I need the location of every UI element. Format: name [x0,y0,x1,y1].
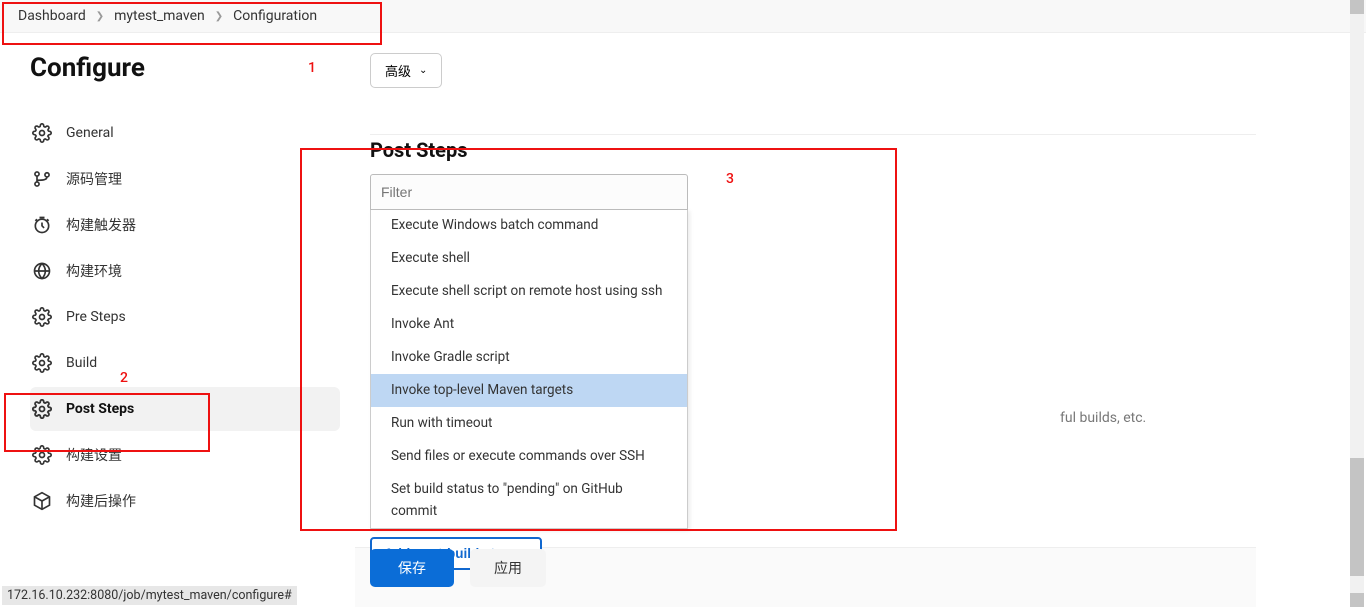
gear-icon [32,353,52,373]
page-scroll-down[interactable] [1350,593,1364,607]
sidebar-item-label: 构建环境 [66,261,122,281]
advanced-button[interactable]: 高级 ⌄ [370,53,442,88]
sidebar-item-general[interactable]: General [30,111,340,155]
sidebar-item-label: 构建设置 [66,445,122,465]
clock-icon [32,215,52,235]
form-action-bar: 保存 应用 [370,549,546,587]
page-scroll-up[interactable] [1350,0,1364,14]
apply-button[interactable]: 应用 [470,549,546,587]
globe-icon [32,261,52,281]
section-title-post-steps: Post Steps [370,138,1356,162]
sidebar-item-label: 构建触发器 [66,215,136,235]
sidebar-item-label: Build [66,355,97,371]
sidebar-item-build-settings[interactable]: 构建设置 [30,433,340,477]
dropdown-item-exec-shell-remote-ssh[interactable]: Execute shell script on remote host usin… [371,275,687,308]
gear-icon [32,307,52,327]
breadcrumb: Dashboard ❯ mytest_maven ❯ Configuration [0,0,1366,33]
browser-status-url: 172.16.10.232:8080/job/mytest_maven/conf… [2,586,297,605]
branch-icon [32,169,52,189]
gear-icon [32,123,52,143]
dropdown-item-invoke-maven-targets[interactable]: Invoke top-level Maven targets [371,374,687,407]
sidebar-item-label: Pre Steps [66,309,126,325]
chevron-right-icon: ❯ [215,11,223,22]
dropdown-item-run-with-timeout[interactable]: Run with timeout [371,407,687,440]
hint-text-partial: ful builds, etc. [1060,410,1146,426]
chevron-right-icon: ❯ [96,11,104,22]
sidebar-item-build[interactable]: Build [30,341,340,385]
chevron-down-icon: ⌄ [419,65,427,76]
dropdown-item-exec-windows-batch[interactable]: Execute Windows batch command [371,209,687,242]
gear-icon [32,445,52,465]
dropdown-item-set-github-pending[interactable]: Set build status to "pending" on GitHub … [371,473,687,529]
dropdown-item-send-files-ssh[interactable]: Send files or execute commands over SSH [371,440,687,473]
cube-icon [32,491,52,511]
main-content: 高级 ⌄ Post Steps Execute Windows batch co… [340,53,1356,570]
save-button[interactable]: 保存 [370,549,454,587]
dropdown-item-invoke-gradle[interactable]: Invoke Gradle script [371,341,687,374]
advanced-button-label: 高级 [385,61,411,80]
post-steps-dropdown: Execute Windows batch command Execute sh… [370,209,688,529]
sidebar-item-pre-steps[interactable]: Pre Steps [30,295,340,339]
sidebar: Configure General 源码管理 构建触发器 [30,53,340,525]
dropdown-item-invoke-ant[interactable]: Invoke Ant [371,308,687,341]
sidebar-item-label: General [66,125,114,141]
breadcrumb-job[interactable]: mytest_maven [114,8,205,24]
config-section-nav: General 源码管理 构建触发器 构建环境 [30,111,340,523]
sidebar-item-scm[interactable]: 源码管理 [30,157,340,201]
sidebar-item-environment[interactable]: 构建环境 [30,249,340,293]
sidebar-item-triggers[interactable]: 构建触发器 [30,203,340,247]
breadcrumb-configuration[interactable]: Configuration [233,8,317,24]
sidebar-item-label: 构建后操作 [66,491,136,511]
sidebar-item-label: 源码管理 [66,169,122,189]
breadcrumb-dashboard[interactable]: Dashboard [18,8,86,24]
post-steps-filter-input[interactable] [370,174,688,210]
dropdown-item-exec-shell[interactable]: Execute shell [371,242,687,275]
divider [370,134,1256,135]
sidebar-item-label: Post Steps [66,401,134,417]
gear-icon [32,399,52,419]
sidebar-item-post-steps[interactable]: Post Steps [30,387,340,431]
page-title: Configure [30,53,340,83]
sidebar-item-post-build-actions[interactable]: 构建后操作 [30,479,340,523]
